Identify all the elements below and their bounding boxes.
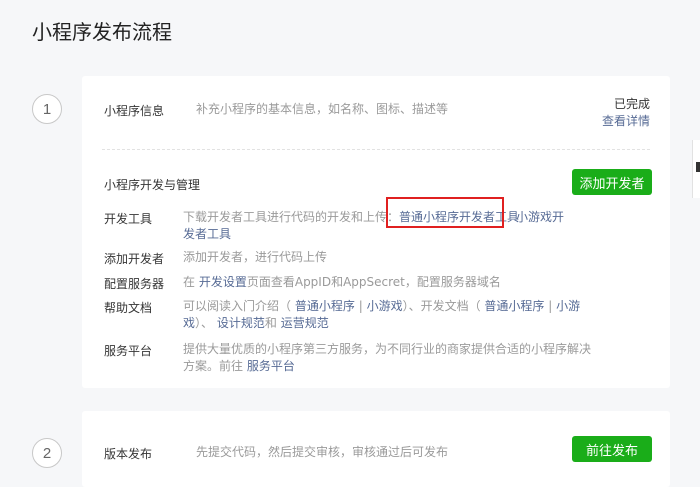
docs-minigame-link-part2[interactable]: 戏 — [183, 316, 195, 330]
minigame-devtools-link-part2[interactable]: 发者工具 — [183, 227, 231, 241]
mini-program-info-label: 小程序信息 — [104, 104, 165, 118]
service-platform-desc-line1: 提供大量优质的小程序第三方服务，为不同行业的商家提供合适的小程序解决 — [183, 342, 592, 356]
add-developer-label: 添加开发者 — [104, 252, 165, 266]
operation-spec-link[interactable]: 运营规范 — [281, 316, 329, 330]
intro-minigame-link[interactable]: 小游戏 — [367, 299, 403, 313]
side-feedback-tab[interactable] — [692, 140, 700, 198]
config-text-2: 页面查看AppID和AppSecret，配置服务器域名 — [246, 275, 501, 289]
status-block: 已完成 查看详情 — [602, 96, 650, 130]
minigame-devtools-desc-2: 发者工具 — [183, 226, 231, 243]
go-release-button[interactable]: 前往发布 — [572, 436, 652, 462]
minigame-devtools-desc: 小游戏开 — [516, 209, 564, 226]
config-server-label: 配置服务器 — [104, 277, 165, 291]
minigame-devtools-link-part1[interactable]: 小游戏开 — [516, 210, 564, 224]
step-number-1: 1 — [32, 94, 62, 124]
service-platform-link[interactable]: 服务平台 — [247, 359, 295, 373]
step-number-2: 2 — [32, 438, 62, 468]
add-developer-button[interactable]: 添加开发者 — [572, 169, 652, 195]
status-completed: 已完成 — [613, 97, 650, 111]
dev-settings-link[interactable]: 开发设置 — [199, 275, 247, 289]
service-platform-desc-line2: 方案。前往 服务平台 — [183, 358, 295, 375]
dev-tools-text: 下载开发者工具进行代码的开发和上传： — [183, 210, 400, 224]
section-divider — [102, 149, 650, 150]
docs-minigame-link-part1[interactable]: 小游 — [556, 299, 580, 313]
add-developer-desc: 添加开发者，进行代码上传 — [183, 250, 328, 264]
service-platform-label: 服务平台 — [104, 344, 153, 358]
help-text-4: 和 — [264, 316, 277, 330]
side-tab-glyph-icon — [696, 162, 700, 172]
help-text-2: ）、开发文档（ — [402, 299, 481, 313]
version-release-label: 版本发布 — [104, 447, 153, 461]
help-docs-desc-line1: 可以阅读入门介绍（ 普通小程序 | 小游戏）、开发文档（ 普通小程序 | 小游 — [183, 298, 580, 315]
version-release-desc: 先提交代码，然后提交审核，审核通过后可发布 — [196, 445, 449, 459]
help-text-3: ）、 — [195, 316, 214, 330]
help-docs-desc-line2: 戏）、 设计规范和 运营规范 — [183, 315, 329, 332]
docs-normal-link[interactable]: 普通小程序 — [484, 299, 544, 313]
intro-normal-link[interactable]: 普通小程序 — [295, 299, 355, 313]
config-text-1: 在 — [183, 275, 196, 289]
dev-management-title: 小程序开发与管理 — [104, 178, 201, 192]
service-text-2: 方案。前往 — [183, 359, 244, 373]
config-server-desc: 在 开发设置页面查看AppID和AppSecret，配置服务器域名 — [183, 274, 501, 291]
help-text-1: 可以阅读入门介绍（ — [183, 299, 292, 313]
normal-devtools-link[interactable]: 普通小程序开发者工具 — [399, 210, 519, 224]
help-docs-label: 帮助文档 — [104, 301, 153, 315]
step-card-info: 小程序信息 补充小程序的基本信息，如名称、图标、描述等 已完成 查看详情 小程序… — [82, 76, 670, 388]
dev-tools-label: 开发工具 — [104, 212, 153, 226]
separator: | — [548, 299, 553, 313]
step-card-release: 版本发布 先提交代码，然后提交审核，审核通过后可发布 前往发布 — [82, 411, 670, 487]
page-title: 小程序发布流程 — [32, 20, 172, 44]
design-spec-link[interactable]: 设计规范 — [217, 316, 265, 330]
mini-program-info-desc: 补充小程序的基本信息，如名称、图标、描述等 — [196, 102, 449, 116]
separator: | — [358, 299, 363, 313]
view-details-link[interactable]: 查看详情 — [602, 113, 650, 130]
